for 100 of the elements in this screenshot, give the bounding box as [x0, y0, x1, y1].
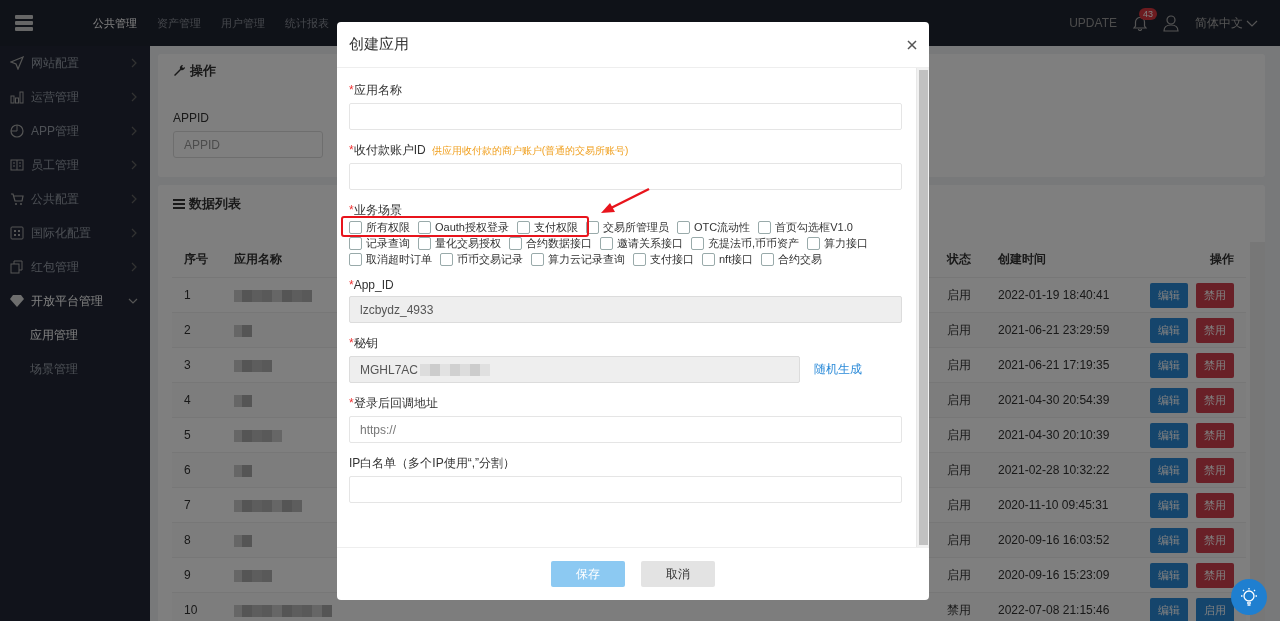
lightbulb-icon [1238, 587, 1260, 607]
table-cell: 9 [172, 557, 222, 593]
checkbox[interactable] [585, 221, 599, 234]
table-cell: 启用 [935, 277, 986, 313]
checkbox-label: 取消超时订单 [366, 252, 432, 267]
clock-icon [10, 124, 24, 138]
language-select[interactable]: 简体中文 [1195, 14, 1258, 32]
checkbox[interactable] [761, 253, 775, 266]
sidebar-item[interactable]: 开放平台管理 [0, 284, 150, 318]
action-button[interactable]: 启用 [1196, 597, 1234, 621]
wrench-icon [173, 64, 186, 77]
checkbox-label: 币币交易记录 [457, 252, 523, 267]
field-label: *App_ID [349, 278, 394, 292]
dialog-button[interactable]: 保存 [551, 561, 625, 587]
chevron-right-icon [131, 262, 138, 272]
action-button[interactable]: 禁用 [1196, 422, 1234, 448]
input-field[interactable] [349, 163, 902, 190]
checkbox-label: 支付权限 [533, 220, 578, 235]
checkbox[interactable] [531, 253, 544, 266]
input-field[interactable] [349, 476, 902, 503]
chevron-right-icon [131, 194, 138, 204]
field-label: *应用名称 [349, 82, 402, 99]
redacted-text [234, 464, 252, 477]
action-button[interactable]: 禁用 [1196, 562, 1234, 588]
checkbox[interactable] [600, 237, 613, 250]
dialog-button[interactable]: 取消 [641, 561, 715, 587]
submenu-item[interactable]: 应用管理 [0, 318, 150, 352]
table-cell: 1 [172, 277, 222, 313]
chevron-right-icon [131, 160, 138, 170]
user-icon [1163, 14, 1179, 32]
column-header: 状态 [935, 242, 986, 278]
copy-icon [10, 260, 24, 274]
nav-tab[interactable]: 公共管理 [83, 15, 147, 31]
checkbox[interactable] [807, 237, 821, 250]
redacted-text [234, 429, 282, 442]
checkbox[interactable] [418, 237, 431, 250]
checkbox[interactable] [633, 253, 646, 266]
checkbox[interactable] [509, 237, 522, 250]
action-button[interactable]: 编辑 [1150, 282, 1188, 308]
table-cell: 6 [172, 452, 222, 488]
action-button[interactable]: 编辑 [1150, 457, 1188, 483]
table-cell: 启用 [935, 487, 986, 523]
column-header: 序号 [172, 242, 222, 278]
checkbox-label: 算力云记录查询 [548, 252, 625, 267]
diamond-icon [10, 294, 24, 308]
table-cell: 2021-06-21 23:29:59 [986, 312, 1129, 348]
input-field[interactable]: https:// [349, 416, 902, 443]
redacted-text [234, 499, 302, 512]
table-cell: 2021-04-30 20:10:39 [986, 417, 1129, 453]
checkbox-label: Oauth授权登录 [435, 220, 509, 235]
table-cell: 2021-04-30 20:54:39 [986, 382, 1129, 418]
action-button[interactable]: 编辑 [1150, 317, 1188, 343]
field-label: *登录后回调地址 [349, 395, 438, 412]
checkbox[interactable] [702, 253, 715, 266]
chevron-down-icon [1246, 18, 1258, 28]
action-button[interactable]: 编辑 [1150, 352, 1188, 378]
checkbox[interactable] [349, 253, 362, 266]
table-cell: 8 [172, 522, 222, 558]
checkbox[interactable] [758, 221, 772, 234]
checkbox[interactable] [691, 237, 704, 250]
action-button[interactable]: 编辑 [1150, 597, 1188, 621]
action-button[interactable]: 编辑 [1150, 562, 1188, 588]
book-icon [10, 158, 24, 172]
arrow [601, 187, 650, 213]
action-button[interactable]: 编辑 [1150, 492, 1188, 518]
checkbox[interactable] [676, 221, 690, 234]
table-cell: 2020-09-16 15:23:09 [986, 557, 1129, 593]
logo-icon [15, 14, 33, 32]
field-label: *收付款账户ID [349, 142, 426, 159]
action-button[interactable]: 编辑 [1150, 422, 1188, 448]
field-label: *秘钥 [349, 335, 378, 352]
table-cell: 4 [172, 382, 222, 418]
action-button[interactable]: 编辑 [1150, 387, 1188, 413]
table-cell: 3 [172, 347, 222, 383]
column-header: 操作 [1129, 242, 1246, 278]
action-button[interactable]: 禁用 [1196, 317, 1234, 343]
chevron-right-icon [131, 58, 138, 68]
input-field[interactable] [349, 103, 902, 130]
table-cell: 7 [172, 487, 222, 523]
redacted-text [234, 569, 272, 582]
update-link[interactable]: UPDATE [1069, 16, 1117, 30]
table-cell: 启用 [935, 312, 986, 348]
checkbox[interactable] [440, 253, 453, 266]
table-cell: 启用 [935, 557, 986, 593]
table-cell: 2020-11-10 09:45:31 [986, 487, 1129, 523]
action-button[interactable]: 禁用 [1196, 387, 1234, 413]
action-button[interactable]: 禁用 [1196, 527, 1234, 553]
bell-icon [1133, 15, 1147, 31]
action-button[interactable]: 禁用 [1196, 492, 1234, 518]
checkbox[interactable] [349, 237, 362, 250]
action-button[interactable]: 禁用 [1196, 282, 1234, 308]
redacted-text [234, 359, 272, 372]
chevron-right-icon [131, 228, 138, 238]
action-button[interactable]: 禁用 [1196, 457, 1234, 483]
table-cell: 5 [172, 417, 222, 453]
action-button[interactable]: 编辑 [1150, 527, 1188, 553]
table-cell: 启用 [935, 522, 986, 558]
checkbox-label: nft接口 [719, 252, 754, 267]
action-button[interactable]: 禁用 [1196, 352, 1234, 378]
chevron-right-icon [131, 92, 138, 102]
